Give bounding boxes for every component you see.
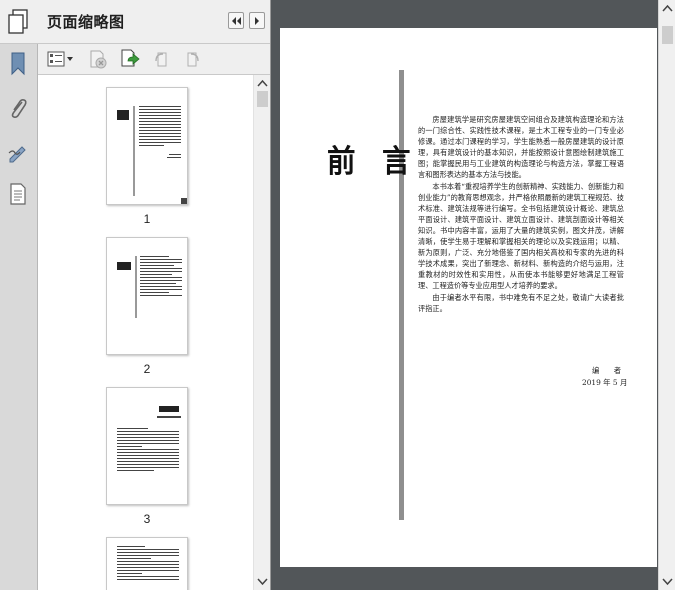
scroll-up-arrow-icon[interactable] [659,2,675,16]
thumb-heading-block [117,262,131,270]
rotate-left-icon [155,52,167,67]
rotate-left-button[interactable] [150,48,174,70]
thumb-text-block [139,106,181,148]
thumbnail-list[interactable]: 1 2 3 [38,75,270,590]
navigation-rail [0,0,38,590]
paragraph-3: 由于编者水平有限，书中难免有不足之处，敬请广大读者批评指正。 [418,292,624,313]
page-thumbnail-4[interactable] [106,537,188,590]
panel-header: 页面缩略图 [38,0,270,44]
insert-page-icon [121,49,140,67]
thumb-toc-block [140,256,182,298]
thumb-heading-block [117,110,129,120]
chevron-right-icon [255,16,259,25]
scroll-down-arrow-icon[interactable] [659,574,675,588]
thumbnail-scroll-thumb[interactable] [257,91,268,107]
scroll-up-arrow-icon[interactable] [254,77,270,91]
page-thumbnail-3[interactable] [106,387,188,505]
date: 2019 年 5 月 [582,378,628,387]
page-heading: 前 言 [327,144,419,180]
delete-page-button[interactable] [86,48,110,70]
thumb-rule [135,256,137,318]
thumbnail-scrollbar[interactable] [253,75,270,590]
paragraph-1: 房屋建筑学是研究房屋建筑空间组合及建筑构造理论和方法的一门综合性、实践性技术课程… [418,115,624,180]
thumbnail-toolbar [38,44,270,75]
thumb-corner-marker [181,198,187,204]
signature: 编 者 [592,366,628,375]
document-scroll-thumb[interactable] [662,26,673,44]
scroll-down-arrow-icon[interactable] [254,574,270,588]
panel-title: 页面缩略图 [47,13,125,31]
document-view[interactable]: 前 言 房屋建筑学是研究房屋建筑空间组合及建筑构造理论和方法的一门综合性、实践性… [270,0,675,590]
document-scrollbar[interactable] [658,0,675,590]
double-chevron-left-icon [232,16,241,25]
options-menu-button[interactable] [46,48,76,70]
insert-page-button[interactable] [118,48,142,70]
thumb-rule [133,106,135,196]
page-thumbnail-2[interactable] [106,237,188,355]
collapse-left-button[interactable] [228,12,244,29]
attachment-icon[interactable] [5,94,31,122]
thumb-text-block [117,428,179,473]
options-list-icon [47,51,73,67]
thumbnail-label-2: 2 [143,362,151,376]
thumb-text-block [117,546,179,582]
thumbnail-label-3: 3 [143,512,151,526]
rotate-right-icon [187,52,199,67]
page-body: 房屋建筑学是研究房屋建筑空间组合及建筑构造理论和方法的一门综合性、实践性技术课程… [418,114,624,314]
page-thumbnail-1[interactable] [106,87,188,205]
content-icon[interactable] [5,180,31,208]
paragraph-2: 本书本着“重视培养学生的创新精神、实践能力、创新能力和创业能力”的教育思想观念，… [418,181,624,291]
thumb-chapter-heading [159,406,179,412]
bookmark-icon[interactable] [5,50,31,78]
rotate-right-button[interactable] [180,48,204,70]
delete-page-icon [90,50,107,69]
document-page: 前 言 房屋建筑学是研究房屋建筑空间组合及建筑构造理论和方法的一门综合性、实践性… [280,28,657,567]
signature-icon[interactable] [5,138,31,166]
thumbnail-label-1: 1 [143,212,151,226]
pages-icon[interactable] [5,8,31,36]
thumbnails-panel: 页面缩略图 1 2 3 [38,0,270,590]
expand-right-button[interactable] [249,12,265,29]
